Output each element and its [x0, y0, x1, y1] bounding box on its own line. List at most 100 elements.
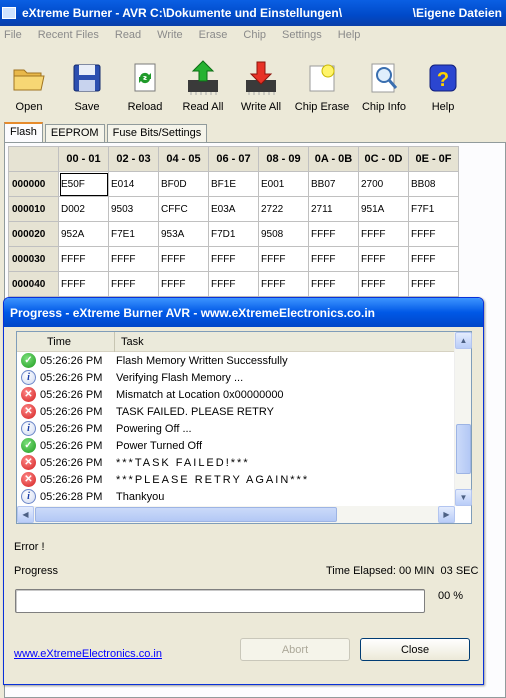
tab-flash[interactable]: Flash	[4, 122, 43, 142]
grid-cell[interactable]: FFFF	[158, 271, 209, 297]
grid-cell[interactable]: FFFF	[158, 246, 209, 272]
log-row[interactable]: ✕ 05:26:26 PM TASK FAILED. PLEASE RETRY	[17, 403, 455, 420]
grid-cell[interactable]: E001	[258, 171, 309, 197]
grid-cell[interactable]: 2700	[358, 171, 409, 197]
log-listview[interactable]: Time Task ✓ 05:26:26 PM Flash Memory Writt…	[16, 331, 472, 524]
column-header: 0E - 0F	[408, 146, 459, 172]
save-label: Save	[74, 101, 100, 113]
tab-fuse-bits[interactable]: Fuse Bits/Settings	[106, 124, 208, 142]
log-row[interactable]: ✓ 05:26:26 PM Power Turned Off	[17, 437, 455, 454]
scroll-up-icon[interactable]: ▲	[455, 332, 472, 349]
grid-cell[interactable]: FFFF	[358, 221, 409, 247]
reload-button[interactable]: Reload	[116, 46, 174, 118]
menu-file[interactable]: File	[4, 29, 22, 41]
grid-cell[interactable]: E014	[108, 171, 159, 197]
log-row[interactable]: i 05:26:26 PM Verifying Flash Memory ...	[17, 369, 455, 386]
write-all-button[interactable]: Write All	[232, 46, 290, 118]
grid-cell[interactable]: 9508	[258, 221, 309, 247]
log-row[interactable]: i 05:26:28 PM Thankyou	[17, 488, 455, 505]
grid-cell[interactable]: FFFF	[108, 271, 159, 297]
grid-cell[interactable]: FFFF	[308, 271, 359, 297]
grid-cell[interactable]: FFFF	[258, 246, 309, 272]
grid-cell[interactable]: FFFF	[408, 271, 459, 297]
menu-chip[interactable]: Chip	[243, 29, 266, 41]
menu-erase[interactable]: Erase	[199, 29, 228, 41]
chip-erase-button[interactable]: Chip Erase	[290, 46, 354, 118]
grid-cell[interactable]: 2711	[308, 196, 359, 222]
status-text: Error !	[14, 541, 45, 553]
grid-cell[interactable]: FFFF	[308, 246, 359, 272]
grid-cell[interactable]: F7E1	[108, 221, 159, 247]
grid-cell[interactable]: FFFF	[408, 246, 459, 272]
log-row[interactable]: ✕ 05:26:26 PM Mismatch at Location 0x00000…	[17, 386, 455, 403]
open-button[interactable]: Open	[0, 46, 58, 118]
dialog-body: Time Task ✓ 05:26:26 PM Flash Memory Writt…	[8, 327, 479, 680]
read-all-label: Read All	[182, 101, 224, 113]
log-header-time[interactable]: Time	[17, 332, 115, 352]
menu-help[interactable]: Help	[338, 29, 361, 41]
grid-cell[interactable]: 952A	[58, 221, 109, 247]
hex-grid: 00 - 01 02 - 03 04 - 05 06 - 07 08 - 09 …	[8, 146, 459, 297]
grid-cell[interactable]: F7D1	[208, 221, 259, 247]
row-address: 000000	[8, 171, 59, 197]
dialog-title[interactable]: Progress - eXtreme Burner AVR - www.eXtr…	[4, 298, 483, 327]
grid-cell[interactable]: E50F	[58, 171, 109, 197]
grid-cell[interactable]: 951A	[358, 196, 409, 222]
menu-settings[interactable]: Settings	[282, 29, 322, 41]
log-row[interactable]: ✓ 05:26:26 PM Flash Memory Written Success…	[17, 352, 455, 369]
grid-cell[interactable]: FFFF	[308, 221, 359, 247]
scroll-down-icon[interactable]: ▼	[455, 489, 472, 506]
log-vertical-scrollbar[interactable]: ▲ ▼	[454, 332, 472, 506]
log-task: Flash Memory Written Successfully	[116, 354, 288, 367]
grid-cell[interactable]: BF0D	[158, 171, 209, 197]
grid-cell[interactable]: 9503	[108, 196, 159, 222]
grid-cell[interactable]: FFFF	[108, 246, 159, 272]
grid-cell[interactable]: BB08	[408, 171, 459, 197]
chip-write-icon	[243, 60, 279, 96]
success-icon: ✓	[21, 353, 36, 368]
grid-row: 000040 FFFF FFFF FFFF FFFF FFFF FFFF FFFF FFFF	[8, 271, 459, 297]
grid-cell[interactable]: FFFF	[208, 246, 259, 272]
scroll-right-icon[interactable]: ▶	[438, 506, 455, 523]
grid-cell[interactable]: E03A	[208, 196, 259, 222]
window-title-bar[interactable]: eXtreme Burner - AVR C:\Dokumente und Ei…	[0, 0, 506, 26]
log-horizontal-scrollbar[interactable]: ◀ ▶	[17, 506, 455, 523]
log-row[interactable]: ✕ 05:26:26 PM ***PLEASE RETRY AGAIN***	[17, 471, 455, 488]
log-row[interactable]: ✕ 05:26:26 PM ***TASK FAILED!***	[17, 454, 455, 471]
menu-read[interactable]: Read	[115, 29, 141, 41]
grid-cell[interactable]: BB07	[308, 171, 359, 197]
row-address: 000020	[8, 221, 59, 247]
grid-cell[interactable]: BF1E	[208, 171, 259, 197]
horizontal-scroll-thumb[interactable]	[35, 507, 337, 522]
grid-cell[interactable]: FFFF	[358, 246, 409, 272]
tab-strip: Flash EEPROM Fuse Bits/Settings	[4, 122, 209, 142]
grid-cell[interactable]: FFFF	[258, 271, 309, 297]
folder-icon	[11, 60, 47, 96]
vertical-scroll-thumb[interactable]	[456, 424, 471, 474]
grid-cell[interactable]: CFFC	[158, 196, 209, 222]
grid-cell[interactable]: FFFF	[58, 246, 109, 272]
close-button[interactable]: Close	[360, 638, 470, 661]
grid-cell[interactable]: F7F1	[408, 196, 459, 222]
chip-info-button[interactable]: Chip Info	[354, 46, 414, 118]
menu-recent-files[interactable]: Recent Files	[38, 29, 99, 41]
grid-cell[interactable]: FFFF	[358, 271, 409, 297]
log-row[interactable]: i 05:26:26 PM Powering Off ...	[17, 420, 455, 437]
grid-cell[interactable]: 953A	[158, 221, 209, 247]
grid-cell[interactable]: 2722	[258, 196, 309, 222]
tab-eeprom[interactable]: EEPROM	[44, 124, 105, 142]
grid-cell[interactable]: D002	[58, 196, 109, 222]
log-header-task[interactable]: Task	[115, 332, 455, 352]
grid-cell[interactable]: FFFF	[208, 271, 259, 297]
menu-write[interactable]: Write	[157, 29, 182, 41]
grid-cell[interactable]: FFFF	[408, 221, 459, 247]
save-button[interactable]: Save	[58, 46, 116, 118]
info-icon: i	[21, 489, 36, 504]
grid-cell[interactable]: FFFF	[58, 271, 109, 297]
read-all-button[interactable]: Read All	[174, 46, 232, 118]
scroll-left-icon[interactable]: ◀	[17, 506, 34, 523]
website-link[interactable]: www.eXtremeElectronics.co.in	[14, 648, 162, 660]
progress-dialog: Progress - eXtreme Burner AVR - www.eXtr…	[3, 297, 484, 685]
abort-button[interactable]: Abort	[240, 638, 350, 661]
help-button[interactable]: ? Help	[414, 46, 472, 118]
